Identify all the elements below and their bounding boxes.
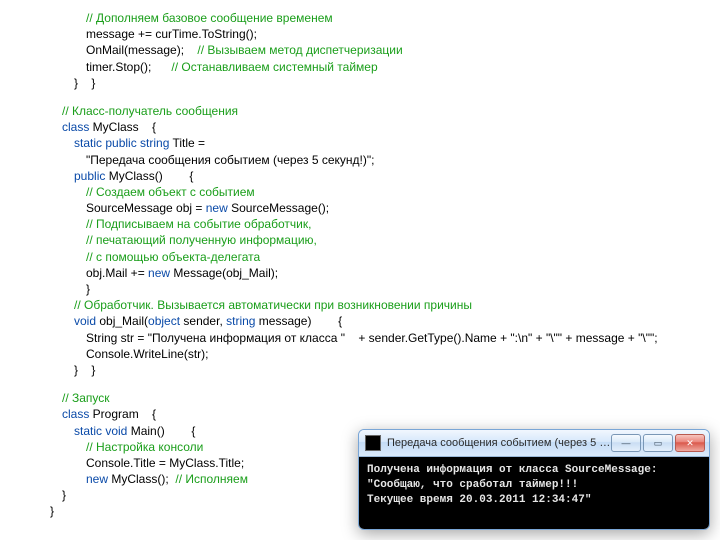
code-text: "Получена информация от класса " + sende… — [148, 331, 658, 345]
keyword: string — [226, 314, 255, 328]
comment: // Исполняем — [175, 472, 248, 486]
code-text: OnMail(message); — [86, 43, 197, 57]
console-app-icon — [365, 435, 381, 451]
code-line: } } — [74, 362, 720, 378]
comment: // Запуск — [62, 391, 110, 405]
code-text: obj_Mail( — [96, 314, 148, 328]
comment: // Останавливаем системный таймер — [171, 60, 377, 74]
keyword: static public string — [74, 136, 169, 150]
comment: // Обработчик. Вызывается автоматически … — [74, 298, 472, 312]
code-text: Main() { — [127, 424, 195, 438]
window-close-button[interactable]: ✕ — [675, 434, 705, 452]
keyword: new — [148, 266, 170, 280]
code-line: message += curTime.ToString(); — [86, 26, 720, 42]
code-text: timer.Stop(); — [86, 60, 171, 74]
keyword: class — [62, 407, 89, 421]
comment: // Дополняем базовое сообщение временем — [86, 11, 333, 25]
code-text: String str = — [86, 331, 148, 345]
console-window: Передача сообщения событием (через 5 сек… — [358, 429, 710, 530]
comment: // Класс-получатель сообщения — [62, 104, 238, 118]
code-text: MyClass { — [89, 120, 156, 134]
console-output: Получена информация от класса SourceMess… — [359, 457, 709, 529]
console-title: Передача сообщения событием (через 5 сек… — [387, 436, 611, 451]
keyword: class — [62, 120, 89, 134]
code-line: } } — [74, 75, 720, 91]
keyword: new — [86, 472, 108, 486]
keyword: new — [206, 201, 228, 215]
code-text: message) { — [255, 314, 342, 328]
console-line: "Сообщаю, что сработал таймер!!! — [367, 479, 578, 491]
code-text: Message(obj_Mail); — [170, 266, 278, 280]
comment: // Вызываем метод диспетчеризации — [197, 43, 402, 57]
comment: // Подписываем на событие обработчик, — [86, 217, 311, 231]
console-line: Текущее время 20.03.2011 12:34:47" — [367, 494, 591, 506]
code-line: Console.WriteLine(str); — [86, 346, 720, 362]
window-maximize-button[interactable]: ▭ — [643, 434, 673, 452]
code-text: sender, — [180, 314, 226, 328]
window-minimize-button[interactable]: — — [611, 434, 641, 452]
code-text: Program { — [89, 407, 156, 421]
comment: // Настройка консоли — [86, 440, 203, 454]
comment: // Создаем объект с событием — [86, 185, 255, 199]
console-titlebar: Передача сообщения событием (через 5 сек… — [359, 430, 709, 457]
keyword: object — [148, 314, 180, 328]
code-text: MyClass() { — [105, 169, 193, 183]
code-line: "Передача сообщения событием (через 5 се… — [86, 152, 720, 168]
keyword: void — [74, 314, 96, 328]
comment: // с помощью объекта-делегата — [86, 250, 260, 264]
code-line: } — [86, 281, 720, 297]
code-text: SourceMessage obj = — [86, 201, 206, 215]
code-text: SourceMessage(); — [228, 201, 329, 215]
code-text: Title = — [169, 136, 205, 150]
code-text: obj.Mail += — [86, 266, 148, 280]
code-text: MyClass(); — [108, 472, 175, 486]
console-line: Получена информация от класса SourceMess… — [367, 464, 657, 476]
keyword: public — [74, 169, 105, 183]
comment: // печатающий полученную информацию, — [86, 233, 317, 247]
keyword: static void — [74, 424, 127, 438]
